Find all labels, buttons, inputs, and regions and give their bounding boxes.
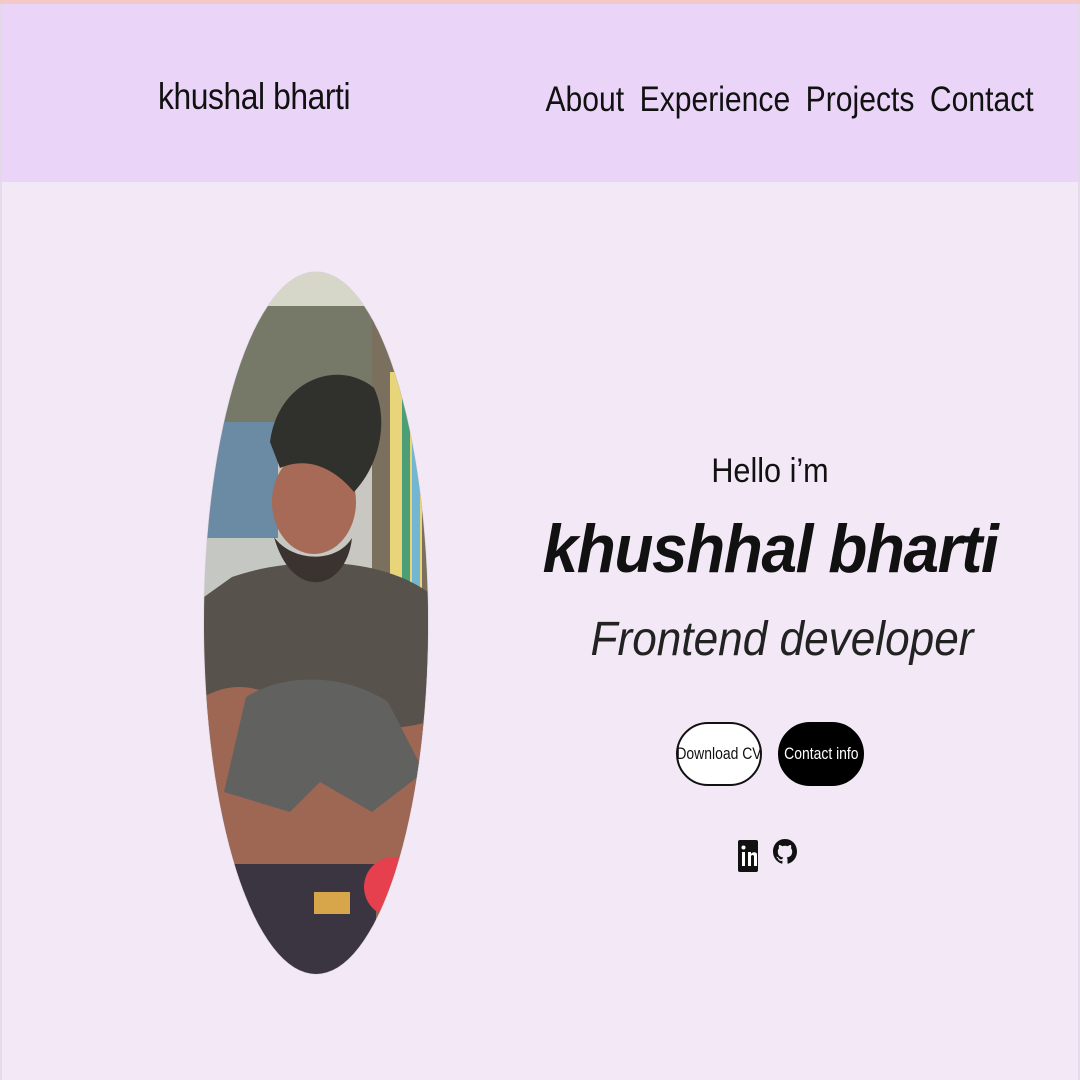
download-cv-button[interactable]: Download CV [676, 722, 762, 786]
download-cv-label: Download CV [676, 744, 762, 763]
contact-info-button[interactable]: Contact info [778, 722, 864, 786]
nav-link-contact[interactable]: Contact [930, 80, 1034, 120]
nav-link-projects[interactable]: Projects [806, 80, 915, 120]
profile-photo [204, 272, 428, 974]
hero-role: Frontend developer [590, 613, 974, 666]
hero-name: khushhal bharti [542, 511, 999, 587]
site-logo[interactable]: khushal bharti [158, 76, 351, 118]
navbar: khushal bharti About Experience Projects… [0, 4, 1080, 182]
nav-links: About Experience Projects Contact [546, 80, 1034, 120]
nav-link-about[interactable]: About [546, 80, 625, 120]
github-icon[interactable] [772, 832, 798, 874]
hero-greeting: Hello i’m [711, 452, 829, 490]
linkedin-icon[interactable] [737, 832, 763, 874]
contact-info-label: Contact info [783, 744, 859, 763]
nav-link-experience[interactable]: Experience [640, 80, 791, 120]
